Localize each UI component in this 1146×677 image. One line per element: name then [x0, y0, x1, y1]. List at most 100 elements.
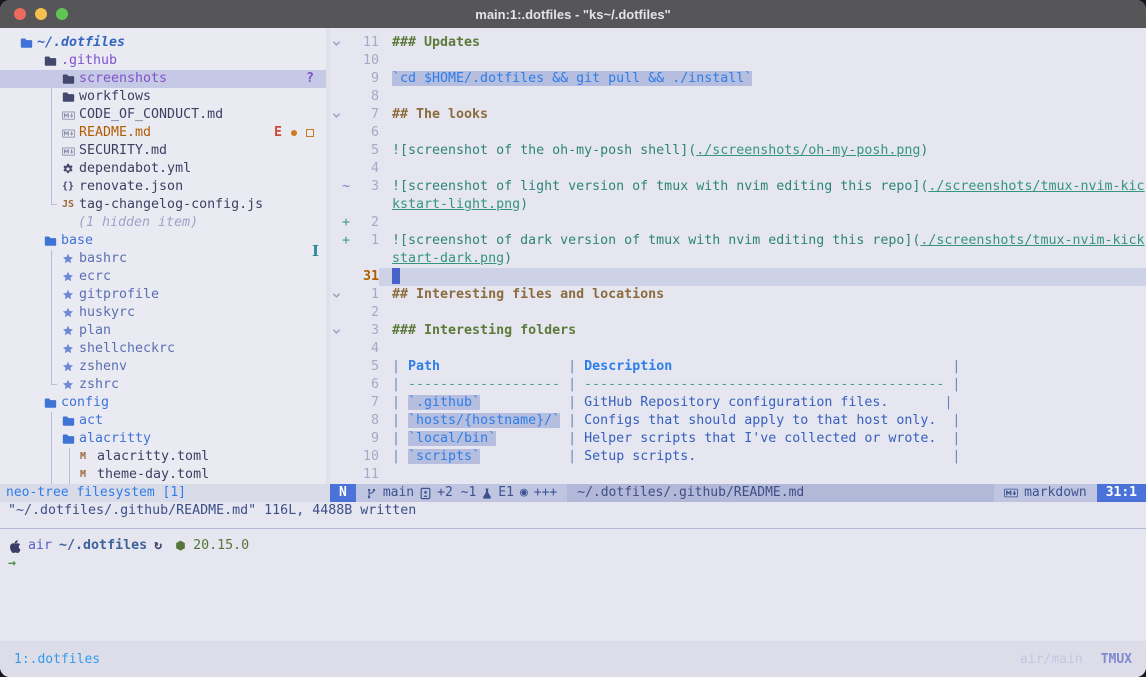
minimize-button[interactable] — [35, 8, 47, 20]
editor-pane[interactable]: 11### Updates 10 9`cd $HOME/.dotfiles &&… — [330, 28, 1146, 484]
shell-pane[interactable]: air ~/.dotfiles ↻ 20.15.0 → — [0, 528, 1146, 641]
editor-line[interactable]: 3### Interesting folders — [330, 322, 1146, 340]
editor-line-text[interactable]: ### Updates — [379, 34, 1146, 52]
editor-line[interactable]: +2 — [330, 214, 1146, 232]
editor-line[interactable]: 5![screenshot of the oh-my-posh shell](.… — [330, 142, 1146, 160]
editor-line-text[interactable]: ## The looks — [379, 106, 1146, 124]
editor-line-text[interactable]: `cd $HOME/.dotfiles && git pull && ./ins… — [379, 70, 1146, 88]
syntax-segment: | — [392, 377, 408, 392]
editor-line[interactable]: 1## Interesting files and locations — [330, 286, 1146, 304]
editor-line-text[interactable]: | Path | Description | — [379, 358, 1146, 376]
tree-item-workflows[interactable]: workflows — [0, 88, 326, 106]
editor-line[interactable]: +1![screenshot of dark version of tmux w… — [330, 232, 1146, 250]
editor-line[interactable]: 9| `local/bin` | Helper scripts that I'v… — [330, 430, 1146, 448]
editor-line-text[interactable]: | ------------------- | ----------------… — [379, 376, 1146, 394]
tree-item-dependabot-yml[interactable]: dependabot.yml — [0, 160, 326, 178]
tree-item-zshenv[interactable]: zshenv — [0, 358, 326, 376]
line-number: 9 — [353, 70, 379, 88]
tree-item-base[interactable]: base — [0, 232, 326, 250]
editor-line-text[interactable] — [379, 124, 1146, 142]
syntax-segment — [440, 359, 560, 374]
titlebar: main:1:.dotfiles - "ks~/.dotfiles" — [0, 0, 1146, 28]
tree-item-readme-md[interactable]: README.mdE — [0, 124, 326, 142]
editor-line[interactable]: ~3![screenshot of light version of tmux … — [330, 178, 1146, 196]
editor-line-text[interactable] — [379, 466, 1146, 484]
editor-line[interactable]: 4 — [330, 160, 1146, 178]
tree-item-huskyrc[interactable]: huskyrc — [0, 304, 326, 322]
tree-item-security-md[interactable]: SECURITY.md — [0, 142, 326, 160]
editor-line-text[interactable]: | `local/bin` | Helper scripts that I've… — [379, 430, 1146, 448]
editor-line[interactable]: 10| `scripts` | Setup scripts. | — [330, 448, 1146, 466]
fold-chevron-icon[interactable] — [330, 286, 342, 304]
tree-item-config[interactable]: config — [0, 394, 326, 412]
editor-line[interactable]: 8 — [330, 88, 1146, 106]
tree-item-renovate-json[interactable]: {}renovate.json — [0, 178, 326, 196]
editor-line[interactable]: 7| `.github` | GitHub Repository configu… — [330, 394, 1146, 412]
editor-line[interactable]: 4 — [330, 340, 1146, 358]
zoom-button[interactable] — [56, 8, 68, 20]
git-branch-icon — [366, 487, 377, 500]
syntax-segment: ![screenshot of light version of tmux wi… — [392, 179, 928, 194]
tree-item-code-of-conduct-md[interactable]: CODE_OF_CONDUCT.md — [0, 106, 326, 124]
tmux-window-item[interactable]: 1:.dotfiles — [14, 652, 100, 667]
tree-item-gitprofile[interactable]: gitprofile — [0, 286, 326, 304]
tree-item-tag-changelog-config-js[interactable]: JStag-changelog-config.js — [0, 196, 326, 214]
syntax-segment: ![screenshot of dark version of tmux wit… — [392, 233, 920, 248]
tree-item-ecrc[interactable]: ecrc — [0, 268, 326, 286]
editor-line-text[interactable] — [379, 52, 1146, 70]
editor-line[interactable]: start-dark.png) — [330, 250, 1146, 268]
editor-line-text[interactable] — [379, 88, 1146, 106]
editor-line-text[interactable]: | `hosts/{hostname}/` | Configs that sho… — [379, 412, 1146, 430]
syntax-segment — [480, 449, 560, 464]
editor-line[interactable]: 5| Path | Description | — [330, 358, 1146, 376]
folder-icon — [20, 37, 37, 49]
editor-line[interactable]: 10 — [330, 52, 1146, 70]
editor-line[interactable]: 7## The looks — [330, 106, 1146, 124]
editor-line-text[interactable]: ![screenshot of light version of tmux wi… — [379, 178, 1146, 196]
editor-line-text[interactable] — [379, 268, 1146, 286]
neo-tree-panel: ~/.dotfiles.githubscreenshots?workflowsC… — [0, 28, 330, 484]
fold-chevron-icon[interactable] — [330, 322, 342, 340]
editor-line-text[interactable]: ### Interesting folders — [379, 322, 1146, 340]
tree-item-bashrc[interactable]: bashrc — [0, 250, 326, 268]
tree-item-act[interactable]: act — [0, 412, 326, 430]
tree-item--github[interactable]: .github — [0, 52, 326, 70]
editor-line[interactable]: 8| `hosts/{hostname}/` | Configs that sh… — [330, 412, 1146, 430]
editor-line-text[interactable] — [379, 304, 1146, 322]
editor-line[interactable]: 9`cd $HOME/.dotfiles && git pull && ./in… — [330, 70, 1146, 88]
tree-item-zshrc[interactable]: zshrc — [0, 376, 326, 394]
statusline-filetype: markdown — [994, 484, 1097, 502]
tree-item-shellcheckrc[interactable]: shellcheckrc — [0, 340, 326, 358]
tree-item--dotfiles[interactable]: ~/.dotfiles — [0, 34, 326, 52]
toml-icon: M — [80, 448, 97, 466]
editor-line[interactable]: 31 — [330, 268, 1146, 286]
editor-line[interactable]: kstart-light.png) — [330, 196, 1146, 214]
close-button[interactable] — [14, 8, 26, 20]
editor-line-text[interactable] — [379, 160, 1146, 178]
tree-item-alacritty-toml[interactable]: Malacritty.toml — [0, 448, 326, 466]
editor-line-text[interactable] — [379, 214, 1146, 232]
editor-line[interactable]: 6| ------------------- | ---------------… — [330, 376, 1146, 394]
fold-chevron-icon[interactable] — [330, 34, 342, 52]
editor-line-text[interactable]: ## Interesting files and locations — [379, 286, 1146, 304]
editor-line-text[interactable]: kstart-light.png) — [379, 196, 1146, 214]
fold-chevron-icon[interactable] — [330, 106, 342, 124]
tree-item-alacritty[interactable]: alacritty — [0, 430, 326, 448]
tree-item-theme-day-toml[interactable]: Mtheme-day.toml — [0, 466, 326, 484]
editor-line-text[interactable]: | `scripts` | Setup scripts. | — [379, 448, 1146, 466]
tree-item-plan[interactable]: plan — [0, 322, 326, 340]
editor-line-text[interactable] — [379, 340, 1146, 358]
editor-line[interactable]: 11 — [330, 466, 1146, 484]
editor-line-text[interactable]: | `.github` | GitHub Repository configur… — [379, 394, 1146, 412]
editor-line[interactable]: 11### Updates — [330, 34, 1146, 52]
editor-line[interactable]: 6 — [330, 124, 1146, 142]
tree-item-screenshots[interactable]: screenshots? — [0, 70, 326, 88]
editor-line-text[interactable]: ![screenshot of dark version of tmux wit… — [379, 232, 1146, 250]
editor-line-text[interactable]: start-dark.png) — [379, 250, 1146, 268]
editor-line-text[interactable]: ![screenshot of the oh-my-posh shell](./… — [379, 142, 1146, 160]
fold-column — [330, 358, 342, 376]
syntax-segment: `local/bin` — [408, 431, 496, 446]
editor-line[interactable]: 2 — [330, 304, 1146, 322]
line-number: 1 — [353, 286, 379, 304]
tree-item--1-hidden-item-[interactable]: (1 hidden item) — [0, 214, 326, 232]
